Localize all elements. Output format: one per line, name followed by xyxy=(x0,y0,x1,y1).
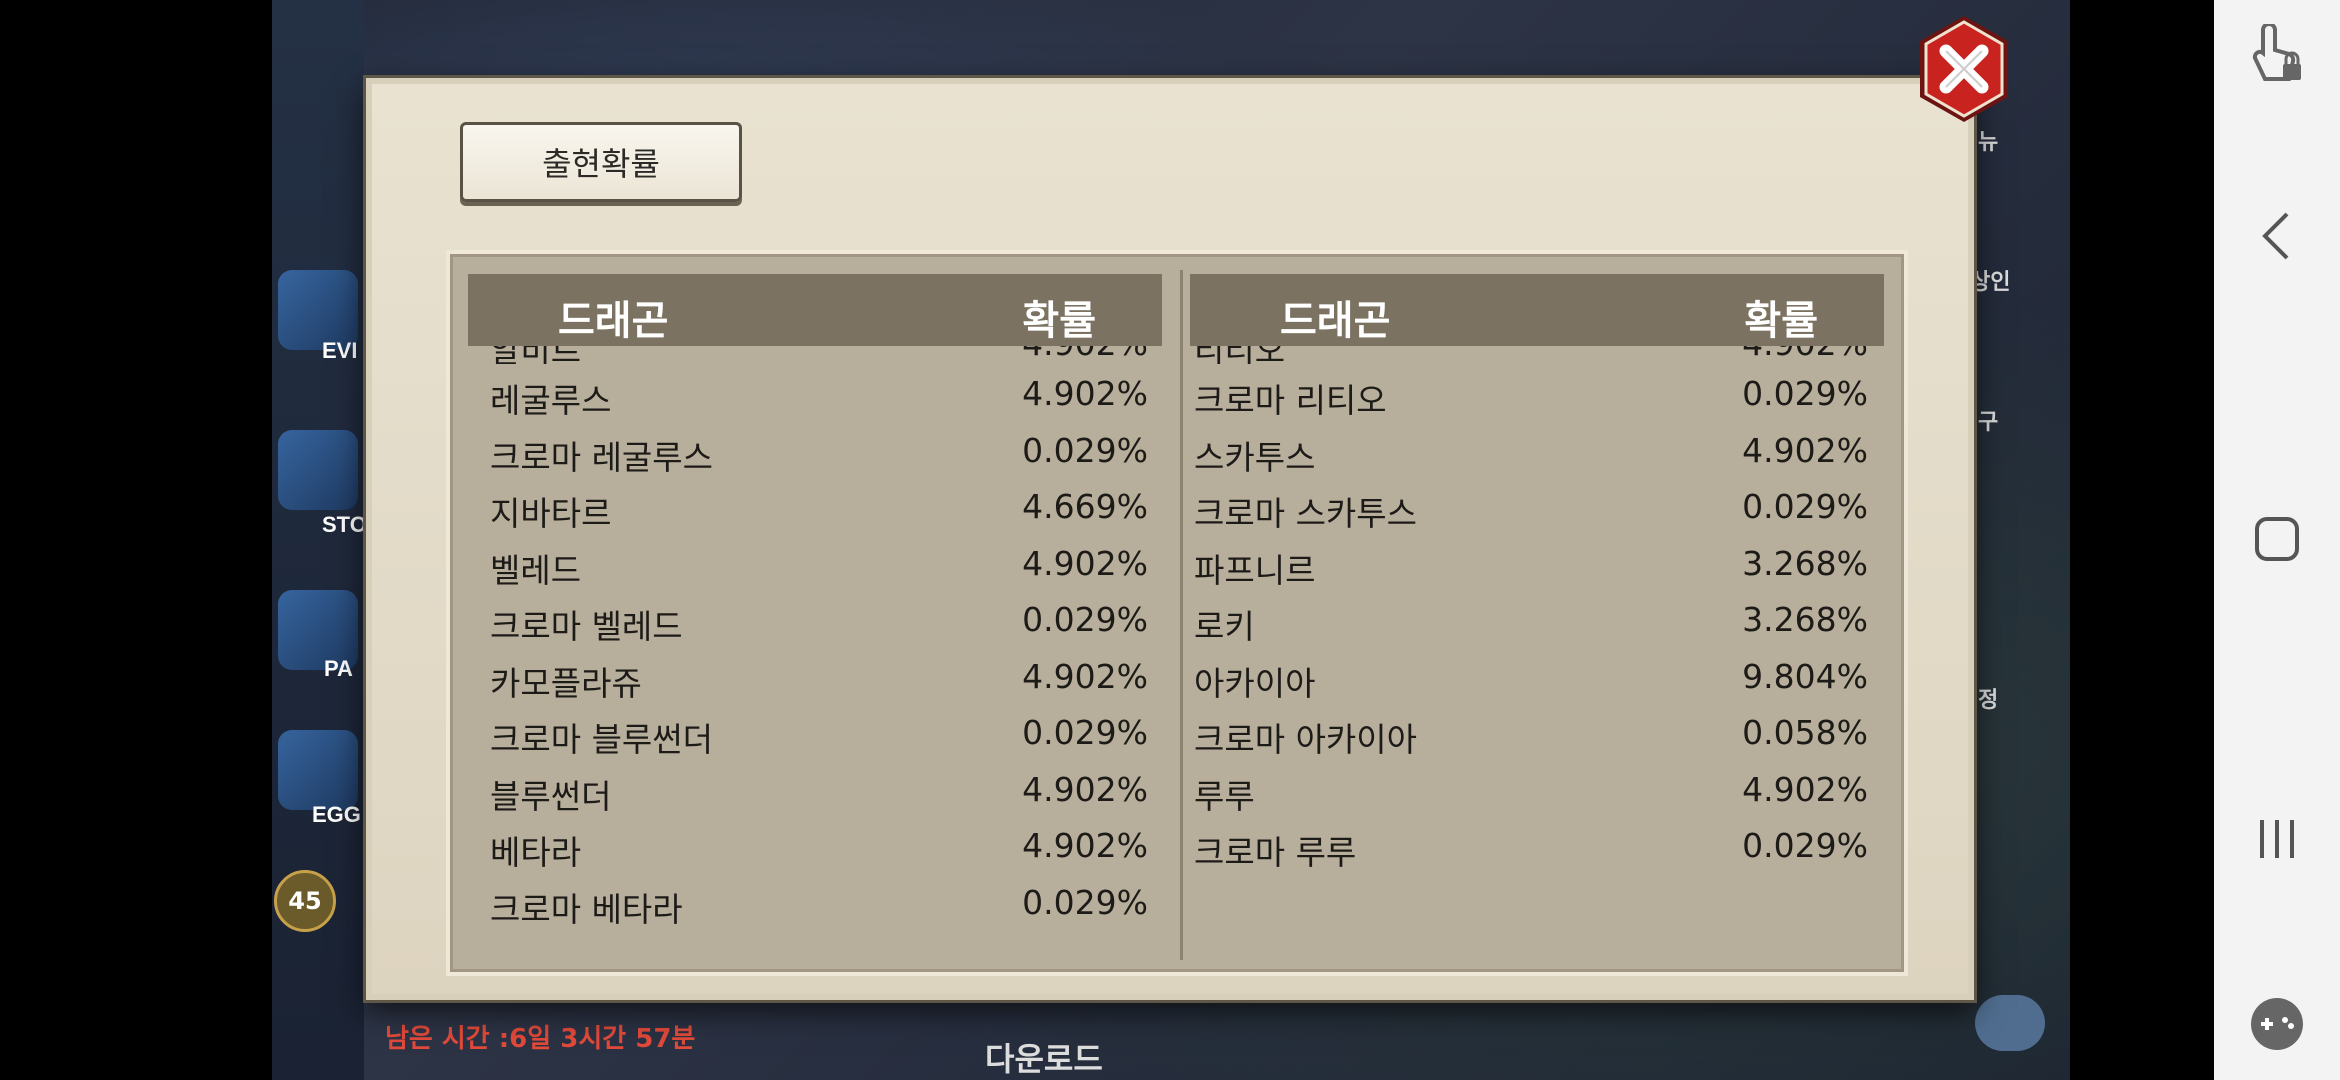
side-tag-store: STO xyxy=(322,512,367,537)
dragon-name: 지바타르 xyxy=(490,494,612,533)
right-label-1: 뉴 xyxy=(1978,130,1999,155)
table-row: 크로마 블루썬더 0.029% xyxy=(468,703,1162,760)
table-row: 크로마 루루 0.029% xyxy=(1190,816,1884,873)
probability-table: 드래곤 확률 알비르 4.902% 레굴루스 4.902% 크로마 레굴루스 0.0… xyxy=(446,250,1908,976)
dragon-probability: 4.669% xyxy=(1022,487,1148,526)
table-row: 레굴루스 4.902% xyxy=(468,364,1162,421)
level-badge: 45 xyxy=(274,870,336,932)
dragon-name: 벨레드 xyxy=(490,550,582,590)
left-rows: 알비르 4.902% 레굴루스 4.902% 크로마 레굴루스 0.029% 지바타… xyxy=(468,346,1162,929)
header-probability: 확률 xyxy=(1022,298,1096,344)
right-label-2: 상인 xyxy=(1970,270,2011,295)
side-tag-egg: EGG xyxy=(312,802,361,827)
dragon-probability: 3.268% xyxy=(1742,543,1868,583)
side-tag-pass: PA xyxy=(324,656,353,681)
dragon-probability: 0.029% xyxy=(1022,600,1148,639)
dragon-probability: 4.902% xyxy=(1742,346,1868,363)
recents-icon[interactable] xyxy=(2214,814,2340,864)
table-row: 크로마 레굴루스 0.029% xyxy=(468,421,1162,478)
dragon-name: 로키 xyxy=(1194,607,1255,646)
right-rows: 리티오 4.902% 크로마 리티오 0.029% 스카투스 4.902% 크로마 … xyxy=(1190,346,1884,873)
table-row: 알비르 4.902% xyxy=(468,346,1162,364)
close-button[interactable] xyxy=(1916,14,2012,124)
table-row: 크로마 벨레드 0.029% xyxy=(468,590,1162,647)
dragon-probability: 0.029% xyxy=(1022,713,1148,752)
dragon-name: 카모플라쥬 xyxy=(490,663,642,703)
dragon-probability: 0.029% xyxy=(1742,826,1868,865)
column-divider xyxy=(1180,270,1183,960)
close-icon xyxy=(1920,16,2008,122)
left-column[interactable]: 드래곤 확률 알비르 4.902% 레굴루스 4.902% 크로마 레굴루스 0.0… xyxy=(468,274,1162,964)
left-header: 드래곤 확률 xyxy=(468,274,1162,346)
dragon-name: 크로마 리티오 xyxy=(1194,381,1387,420)
dragon-name: 크로마 블루썬더 xyxy=(490,720,714,759)
appearance-probability-tab[interactable]: 출현확률 xyxy=(460,122,742,202)
dragon-probability: 4.902% xyxy=(1022,374,1148,413)
table-row: 지바타르 4.669% xyxy=(468,477,1162,534)
table-row: 블루썬더 4.902% xyxy=(468,760,1162,817)
dragon-name: 파프니르 xyxy=(1194,550,1316,590)
dragon-name: 크로마 베타라 xyxy=(490,889,683,929)
header-probability: 확률 xyxy=(1744,298,1818,344)
table-row: 베타라 4.902% xyxy=(468,816,1162,873)
table-row: 크로마 베타라 0.029% xyxy=(468,873,1162,930)
dragon-name: 크로마 스카투스 xyxy=(1194,494,1418,533)
table-row: 로키 3.268% xyxy=(1190,590,1884,647)
probability-popup: 출현확률 드래곤 확률 알비르 4.902% 레굴루스 4.902% 크로마 레굴… xyxy=(366,78,1974,1000)
table-row: 파프니르 3.268% xyxy=(1190,534,1884,591)
right-header: 드래곤 확률 xyxy=(1190,274,1884,346)
dragon-name: 스카투스 xyxy=(1194,437,1316,477)
right-label-3: 구 xyxy=(1978,410,1999,435)
dragon-name: 크로마 벨레드 xyxy=(490,607,683,646)
dragon-probability: 0.029% xyxy=(1742,374,1868,413)
dragon-name: 알비르 xyxy=(490,346,581,364)
dragon-probability: 4.902% xyxy=(1022,346,1148,363)
time-left-text: 남은 시간 :6일 3시간 57분 xyxy=(385,1024,696,1054)
dragon-name: 크로마 아카이아 xyxy=(1194,720,1418,759)
dragon-name: 베타라 xyxy=(490,833,582,872)
android-nav-bar xyxy=(2214,0,2340,1080)
dragon-name: 블루썬더 xyxy=(490,776,612,816)
header-dragon: 드래곤 xyxy=(558,298,669,344)
dragon-probability: 0.058% xyxy=(1742,713,1868,752)
dragon-probability: 4.902% xyxy=(1022,543,1148,583)
dragon-probability: 4.902% xyxy=(1742,430,1868,470)
table-row: 크로마 스카투스 0.029% xyxy=(1190,477,1884,534)
dragon-probability: 4.902% xyxy=(1022,826,1148,865)
table-row: 크로마 아카이아 0.058% xyxy=(1190,703,1884,760)
egg-icon[interactable] xyxy=(278,730,358,810)
dragon-probability: 3.268% xyxy=(1742,600,1868,639)
dragon-probability: 9.804% xyxy=(1742,656,1868,696)
back-icon[interactable] xyxy=(2214,208,2340,264)
dragon-name: 아카이아 xyxy=(1194,663,1316,703)
dragon-probability: 0.029% xyxy=(1022,430,1148,470)
home-icon[interactable] xyxy=(2214,514,2340,564)
dragon-probability: 4.902% xyxy=(1022,769,1148,809)
touch-lock-icon[interactable] xyxy=(2214,24,2340,88)
store-icon[interactable] xyxy=(278,430,358,510)
table-row: 리티오 4.902% xyxy=(1190,346,1884,364)
dragon-name: 리티오 xyxy=(1194,346,1285,364)
dragon-name: 크로마 루루 xyxy=(1194,833,1357,872)
dragon-name: 루루 xyxy=(1194,776,1255,816)
table-row: 크로마 리티오 0.029% xyxy=(1190,364,1884,421)
table-row: 아카이아 9.804% xyxy=(1190,647,1884,704)
game-tools-icon[interactable] xyxy=(2214,996,2340,1052)
dragon-name: 레굴루스 xyxy=(490,381,612,420)
table-row: 루루 4.902% xyxy=(1190,760,1884,817)
download-label: 다운로드 xyxy=(985,1040,1103,1078)
right-label-4: 정 xyxy=(1978,688,1999,713)
header-dragon: 드래곤 xyxy=(1280,298,1391,344)
right-column[interactable]: 드래곤 확률 리티오 4.902% 크로마 리티오 0.029% 스카투스 4.90… xyxy=(1190,274,1884,964)
dragon-probability: 4.902% xyxy=(1022,656,1148,696)
side-tag-event: EVI xyxy=(322,338,358,363)
dragon-probability: 4.902% xyxy=(1742,769,1868,809)
table-row: 벨레드 4.902% xyxy=(468,534,1162,591)
chat-bubble-icon[interactable] xyxy=(1975,995,2045,1051)
dragon-probability: 0.029% xyxy=(1022,882,1148,922)
dragon-probability: 0.029% xyxy=(1742,487,1868,526)
table-row: 스카투스 4.902% xyxy=(1190,421,1884,478)
table-row: 카모플라쥬 4.902% xyxy=(468,647,1162,704)
dragon-name: 크로마 레굴루스 xyxy=(490,437,714,477)
